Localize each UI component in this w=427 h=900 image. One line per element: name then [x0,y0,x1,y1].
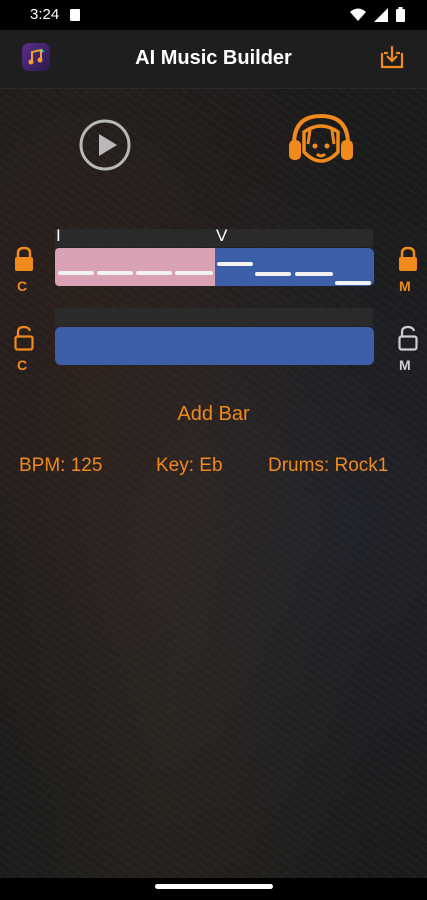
note [97,271,133,275]
lock-icon[interactable] [397,246,419,272]
home-gesture-pill[interactable] [155,884,273,889]
textured-background [0,88,427,878]
track-2-left-label: C [17,357,28,373]
wifi-icon [350,8,366,21]
track-1-header [55,229,373,247]
download-icon[interactable] [379,44,405,70]
note [255,272,291,276]
navigation-bar [0,878,427,900]
key-value[interactable]: Key: Eb [156,455,223,477]
track-2-header [55,308,373,326]
track-1-right-label: M [399,278,411,294]
bpm-value[interactable]: BPM: 125 [19,455,102,477]
status-bar: 3:24 [0,0,427,30]
chord-marker-i: I [56,226,61,245]
note [58,271,94,275]
track-1-segment-i[interactable] [55,248,215,286]
track-2-segment[interactable] [55,327,374,365]
note [295,272,333,276]
track-1-segment-v[interactable] [215,248,374,286]
app-title: AI Music Builder [135,47,292,69]
add-bar-button[interactable]: Add Bar [0,403,427,426]
note [335,281,371,285]
dog-headphones-icon[interactable] [286,110,356,174]
note [175,271,213,275]
note [217,262,253,266]
status-icons [350,7,405,22]
app-bar: AI Music Builder [0,30,427,89]
note [136,271,172,275]
drums-value[interactable]: Drums: Rock1 [268,455,388,477]
track-1-left-label: C [17,278,28,294]
track-2-right-label: M [399,357,411,373]
status-time: 3:24 [30,6,60,23]
play-icon[interactable] [78,118,132,172]
lock-icon[interactable] [13,246,35,272]
battery-icon [396,7,405,22]
sd-card-icon [70,9,80,21]
signal-icon [374,7,388,22]
unlock-icon[interactable] [13,325,35,351]
unlock-icon[interactable] [397,325,419,351]
chord-marker-v: V [216,226,228,245]
